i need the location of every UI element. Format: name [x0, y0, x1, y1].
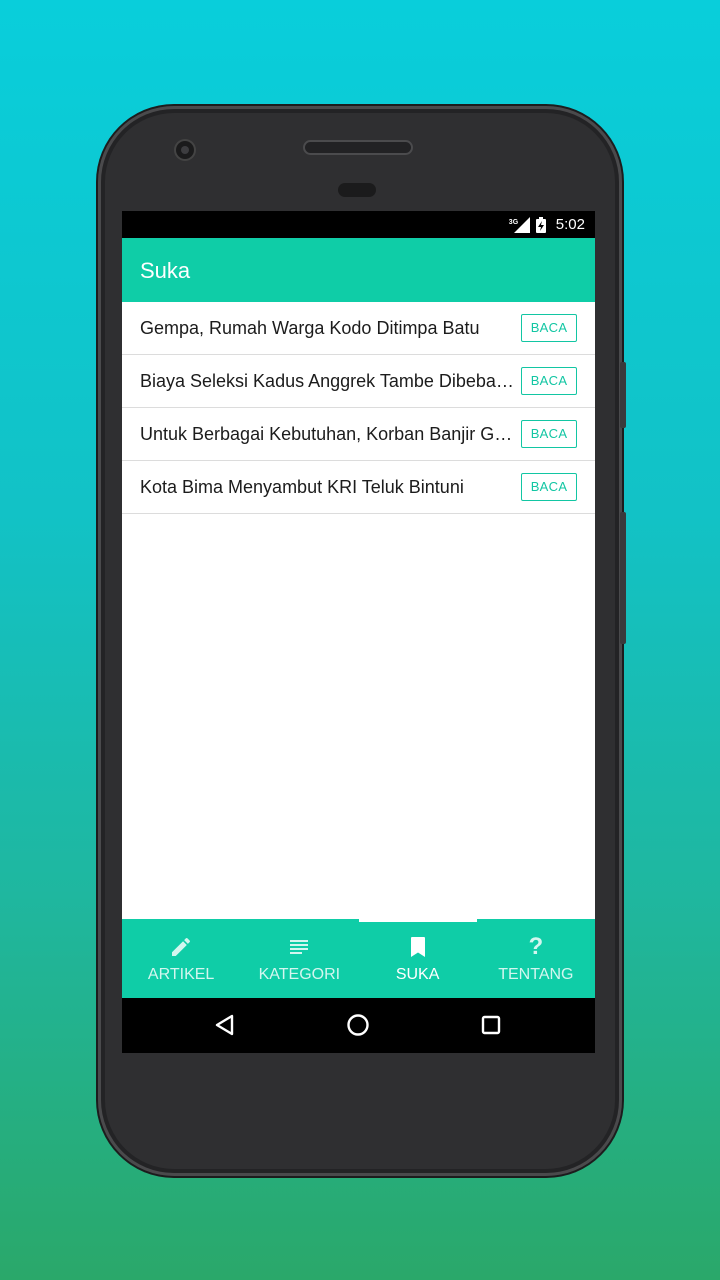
article-title[interactable]: Gempa, Rumah Warga Kodo Ditimpa Batu [140, 318, 518, 339]
article-title[interactable]: Untuk Berbagai Kebutuhan, Korban Banjir … [140, 424, 518, 445]
liked-articles-list: Gempa, Rumah Warga Kodo Ditimpa Batu BAC… [122, 302, 595, 514]
back-icon[interactable] [212, 1012, 238, 1038]
nav-label: TENTANG [498, 966, 574, 983]
proximity-sensor [338, 183, 376, 197]
article-title[interactable]: Kota Bima Menyambut KRI Teluk Bintuni [140, 477, 518, 498]
read-button[interactable]: BACA [521, 367, 577, 395]
read-button[interactable]: BACA [521, 473, 577, 501]
power-button [620, 362, 626, 428]
active-tab-indicator [359, 919, 477, 922]
list-icon [287, 935, 311, 959]
nav-label: SUKA [395, 966, 440, 983]
list-item[interactable]: Kota Bima Menyambut KRI Teluk Bintuni BA… [122, 461, 595, 514]
device-screen: 3G 5:02 Suka Gempa, Rumah Warga Kodo Dit… [122, 211, 595, 1053]
earpiece-speaker [305, 142, 411, 153]
signal-icon: 3G [508, 216, 530, 233]
list-item[interactable]: Biaya Seleksi Kadus Anggrek Tambe Dibeba… [122, 355, 595, 408]
nav-tab-kategori[interactable]: KATEGORI [240, 919, 358, 998]
page-title: Suka [140, 258, 191, 283]
nav-tab-tentang[interactable]: ? TENTANG [477, 919, 595, 998]
volume-button [620, 512, 626, 644]
list-item[interactable]: Gempa, Rumah Warga Kodo Ditimpa Batu BAC… [122, 302, 595, 355]
pencil-icon [169, 935, 193, 959]
status-clock: 5:02 [555, 216, 585, 233]
nav-tab-artikel[interactable]: ARTIKEL [122, 919, 240, 998]
list-item[interactable]: Untuk Berbagai Kebutuhan, Korban Banjir … [122, 408, 595, 461]
read-button[interactable]: BACA [521, 420, 577, 448]
recents-icon[interactable] [478, 1012, 504, 1038]
battery-icon [535, 216, 546, 233]
bookmark-icon [406, 935, 430, 959]
app-bar: Suka [122, 238, 595, 302]
nav-label: ARTIKEL [147, 966, 215, 983]
network-type: 3G [508, 218, 519, 226]
nav-label: KATEGORI [258, 966, 341, 983]
status-bar: 3G 5:02 [122, 211, 595, 238]
front-camera [176, 141, 194, 159]
home-icon[interactable] [345, 1012, 371, 1038]
nav-tab-suka[interactable]: SUKA [359, 919, 477, 998]
system-navigation-bar [122, 998, 595, 1053]
read-button[interactable]: BACA [521, 314, 577, 342]
help-icon: ? [528, 933, 544, 960]
bottom-navigation: ARTIKEL KATEGORI SUKA ? TENTANG [122, 919, 595, 998]
article-title[interactable]: Biaya Seleksi Kadus Anggrek Tambe Dibeba… [140, 371, 518, 392]
